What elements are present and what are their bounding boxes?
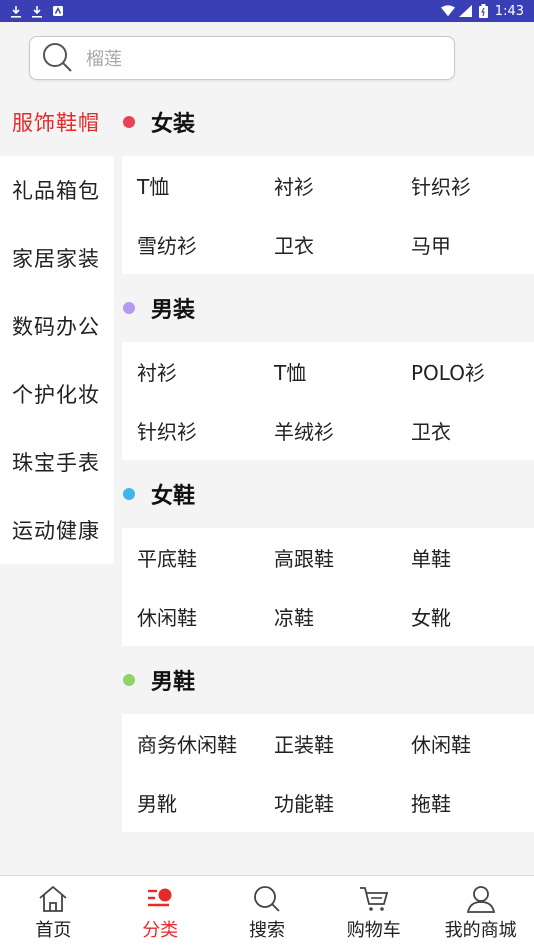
nav-home[interactable]: 首页 bbox=[0, 876, 107, 950]
home-icon bbox=[39, 885, 67, 912]
nav-home-label: 首页 bbox=[35, 920, 72, 941]
search-icon bbox=[43, 43, 72, 72]
status-time: 1:43 bbox=[494, 3, 524, 19]
subcategory-item[interactable]: T恤 bbox=[122, 156, 259, 215]
subcategory-grid: 平底鞋 高跟鞋 单鞋 休闲鞋 凉鞋 女靴 bbox=[122, 528, 534, 646]
search-bar-area: 榴莲 bbox=[0, 22, 534, 88]
sidebar-item-home[interactable]: 家居家装 bbox=[0, 224, 114, 292]
notification-app-icon bbox=[51, 4, 65, 18]
cart-icon bbox=[359, 887, 388, 911]
sidebar-item-sports-health[interactable]: 运动健康 bbox=[0, 496, 114, 564]
section-dot bbox=[123, 116, 135, 128]
subcategory-item[interactable]: 休闲鞋 bbox=[396, 714, 534, 773]
subcategory-item[interactable]: 休闲鞋 bbox=[122, 587, 259, 646]
subcategory-item[interactable]: 男靴 bbox=[122, 773, 259, 832]
section-dot bbox=[123, 302, 135, 314]
download-icon bbox=[30, 4, 44, 18]
subcategory-item[interactable]: 马甲 bbox=[396, 215, 534, 274]
download-icon bbox=[9, 4, 23, 18]
status-bar: 1:43 bbox=[0, 0, 534, 22]
nav-cart[interactable]: 购物车 bbox=[320, 876, 427, 950]
subcategory-panel: 女装 T恤 衬衫 针织衫 雪纺衫 卫衣 马甲 男装 衬衫 T恤 POLO衫 针织… bbox=[122, 88, 534, 832]
subcategory-item[interactable]: 平底鞋 bbox=[122, 528, 259, 587]
sidebar-item-digital-office[interactable]: 数码办公 bbox=[0, 292, 114, 360]
wifi-icon bbox=[440, 4, 455, 18]
subcategory-item[interactable]: T恤 bbox=[259, 342, 396, 401]
subcategory-item[interactable]: 羊绒衫 bbox=[259, 401, 396, 460]
nav-my-mall-label: 我的商城 bbox=[444, 920, 517, 941]
subcategory-item[interactable]: 女靴 bbox=[396, 587, 534, 646]
subcategory-item[interactable]: 雪纺衫 bbox=[122, 215, 259, 274]
category-sidebar: 服饰鞋帽 礼品箱包 家居家装 数码办公 个护化妆 珠宝手表 运动健康 bbox=[0, 88, 114, 564]
section-dot bbox=[123, 674, 135, 686]
sidebar-item-personal-care[interactable]: 个护化妆 bbox=[0, 360, 114, 428]
section-header: 女装 bbox=[122, 88, 534, 156]
sidebar-item-jewelry-watches[interactable]: 珠宝手表 bbox=[0, 428, 114, 496]
section-title: 女装 bbox=[151, 112, 196, 137]
section-header: 女鞋 bbox=[122, 460, 534, 528]
nav-search-label: 搜索 bbox=[248, 920, 285, 941]
subcategory-item[interactable]: 卫衣 bbox=[259, 215, 396, 274]
subcategory-item[interactable]: 衬衫 bbox=[122, 342, 259, 401]
subcategory-item[interactable]: 针织衫 bbox=[396, 156, 534, 215]
subcategory-item[interactable]: 凉鞋 bbox=[259, 587, 396, 646]
category-icon bbox=[148, 888, 172, 907]
search-icon bbox=[254, 886, 280, 912]
search-placeholder: 榴莲 bbox=[86, 49, 122, 70]
nav-search[interactable]: 搜索 bbox=[214, 876, 321, 950]
sidebar-item-gifts-bags[interactable]: 礼品箱包 bbox=[0, 156, 114, 224]
category-screen: 1:43 榴莲 服饰鞋帽 礼品箱包 家居家装 数码办公 个护化妆 珠宝手表 运动… bbox=[0, 0, 534, 950]
subcategory-item[interactable]: 针织衫 bbox=[122, 401, 259, 460]
subcategory-item[interactable]: 拖鞋 bbox=[396, 773, 534, 832]
section-title: 女鞋 bbox=[151, 484, 196, 509]
subcategory-grid: 衬衫 T恤 POLO衫 针织衫 羊绒衫 卫衣 bbox=[122, 342, 534, 460]
section-dot bbox=[123, 488, 135, 500]
sidebar-item-apparel[interactable]: 服饰鞋帽 bbox=[0, 88, 114, 156]
subcategory-item[interactable]: 单鞋 bbox=[396, 528, 534, 587]
subcategory-item[interactable]: 正装鞋 bbox=[259, 714, 396, 773]
subcategory-grid: T恤 衬衫 针织衫 雪纺衫 卫衣 马甲 bbox=[122, 156, 534, 274]
subcategory-item[interactable]: 高跟鞋 bbox=[259, 528, 396, 587]
section-header: 男装 bbox=[122, 274, 534, 342]
search-input[interactable]: 榴莲 bbox=[29, 36, 455, 80]
user-icon bbox=[466, 886, 495, 913]
nav-my-mall[interactable]: 我的商城 bbox=[427, 876, 534, 950]
subcategory-grid: 商务休闲鞋 正装鞋 休闲鞋 男靴 功能鞋 拖鞋 bbox=[122, 714, 534, 832]
subcategory-item[interactable]: 功能鞋 bbox=[259, 773, 396, 832]
signal-icon bbox=[459, 4, 473, 18]
bottom-navigation: 首页 分类 搜索 购物车 我的商城 bbox=[0, 875, 534, 950]
subcategory-item[interactable]: 卫衣 bbox=[396, 401, 534, 460]
nav-category[interactable]: 分类 bbox=[107, 876, 214, 950]
subcategory-item[interactable]: 衬衫 bbox=[259, 156, 396, 215]
section-header: 男鞋 bbox=[122, 646, 534, 714]
nav-cart-label: 购物车 bbox=[346, 920, 401, 941]
nav-category-label: 分类 bbox=[142, 920, 179, 941]
section-title: 男鞋 bbox=[151, 670, 196, 695]
subcategory-item[interactable]: POLO衫 bbox=[396, 342, 534, 401]
section-title: 男装 bbox=[151, 298, 196, 323]
subcategory-item[interactable]: 商务休闲鞋 bbox=[122, 714, 259, 773]
battery-icon bbox=[477, 4, 491, 18]
